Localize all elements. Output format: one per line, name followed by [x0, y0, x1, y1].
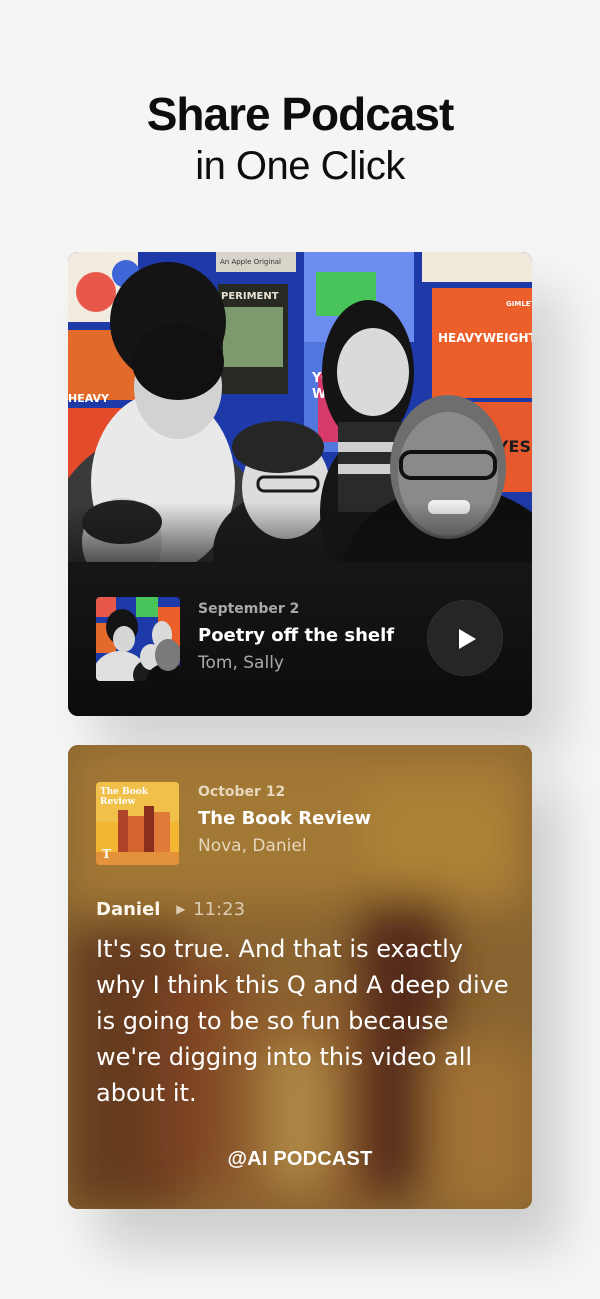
- quote-text: It's so true. And that is exactly why I …: [96, 935, 509, 1107]
- episode-title: Poetry off the shelf: [198, 625, 395, 646]
- episode-share-card[interactable]: An Apple Original PERIMENT GIMLET HEAVYW…: [68, 252, 532, 716]
- poster-text-heavy: HEAVY: [68, 392, 110, 405]
- quote-episode-title: The Book Review: [198, 808, 372, 829]
- poster-text-gimlet: GIMLET: [506, 300, 532, 308]
- book-review-cover: The Book Review T: [96, 782, 179, 865]
- speaker-line: Daniel ▶ 11:23: [96, 898, 245, 923]
- poster-text-heavyweight: HEAVYWEIGHT: [438, 331, 532, 345]
- share-podcast-screen: Share Podcast in One Click An Apple Orig…: [0, 0, 600, 1299]
- svg-text:T: T: [102, 847, 111, 861]
- play-icon: [459, 629, 476, 649]
- headline-title: Share Podcast: [146, 88, 455, 140]
- quote-episode-date: October 12: [198, 784, 286, 800]
- svg-text:The Book: The Book: [100, 787, 149, 797]
- play-button[interactable]: [427, 600, 503, 676]
- play-small-icon: ▶: [176, 902, 186, 916]
- quote-timestamp[interactable]: 11:23: [193, 899, 245, 920]
- episode-date: September 2: [198, 601, 300, 617]
- quote-episode-people: Nova, Daniel: [198, 836, 307, 856]
- quote-episode-meta: October 12 The Book Review Nova, Daniel: [198, 783, 371, 859]
- poster-text-apple-original: An Apple Original: [220, 258, 281, 266]
- episode-meta: September 2 Poetry off the shelf Tom, Sa…: [198, 600, 394, 676]
- episode-thumbnail: [96, 597, 180, 681]
- quote-share-card[interactable]: The Book Review T October 12 The Book Re…: [68, 745, 532, 1209]
- headline-subtitle: in One Click: [195, 144, 405, 188]
- speaker-name: Daniel: [96, 899, 161, 920]
- poster-text-experiment: PERIMENT: [221, 291, 279, 302]
- headline: Share Podcast in One Click: [0, 88, 600, 192]
- episode-people: Tom, Sally: [198, 653, 284, 673]
- svg-text:Review: Review: [100, 797, 136, 807]
- brand-watermark: @AI PODCAST: [227, 1148, 373, 1170]
